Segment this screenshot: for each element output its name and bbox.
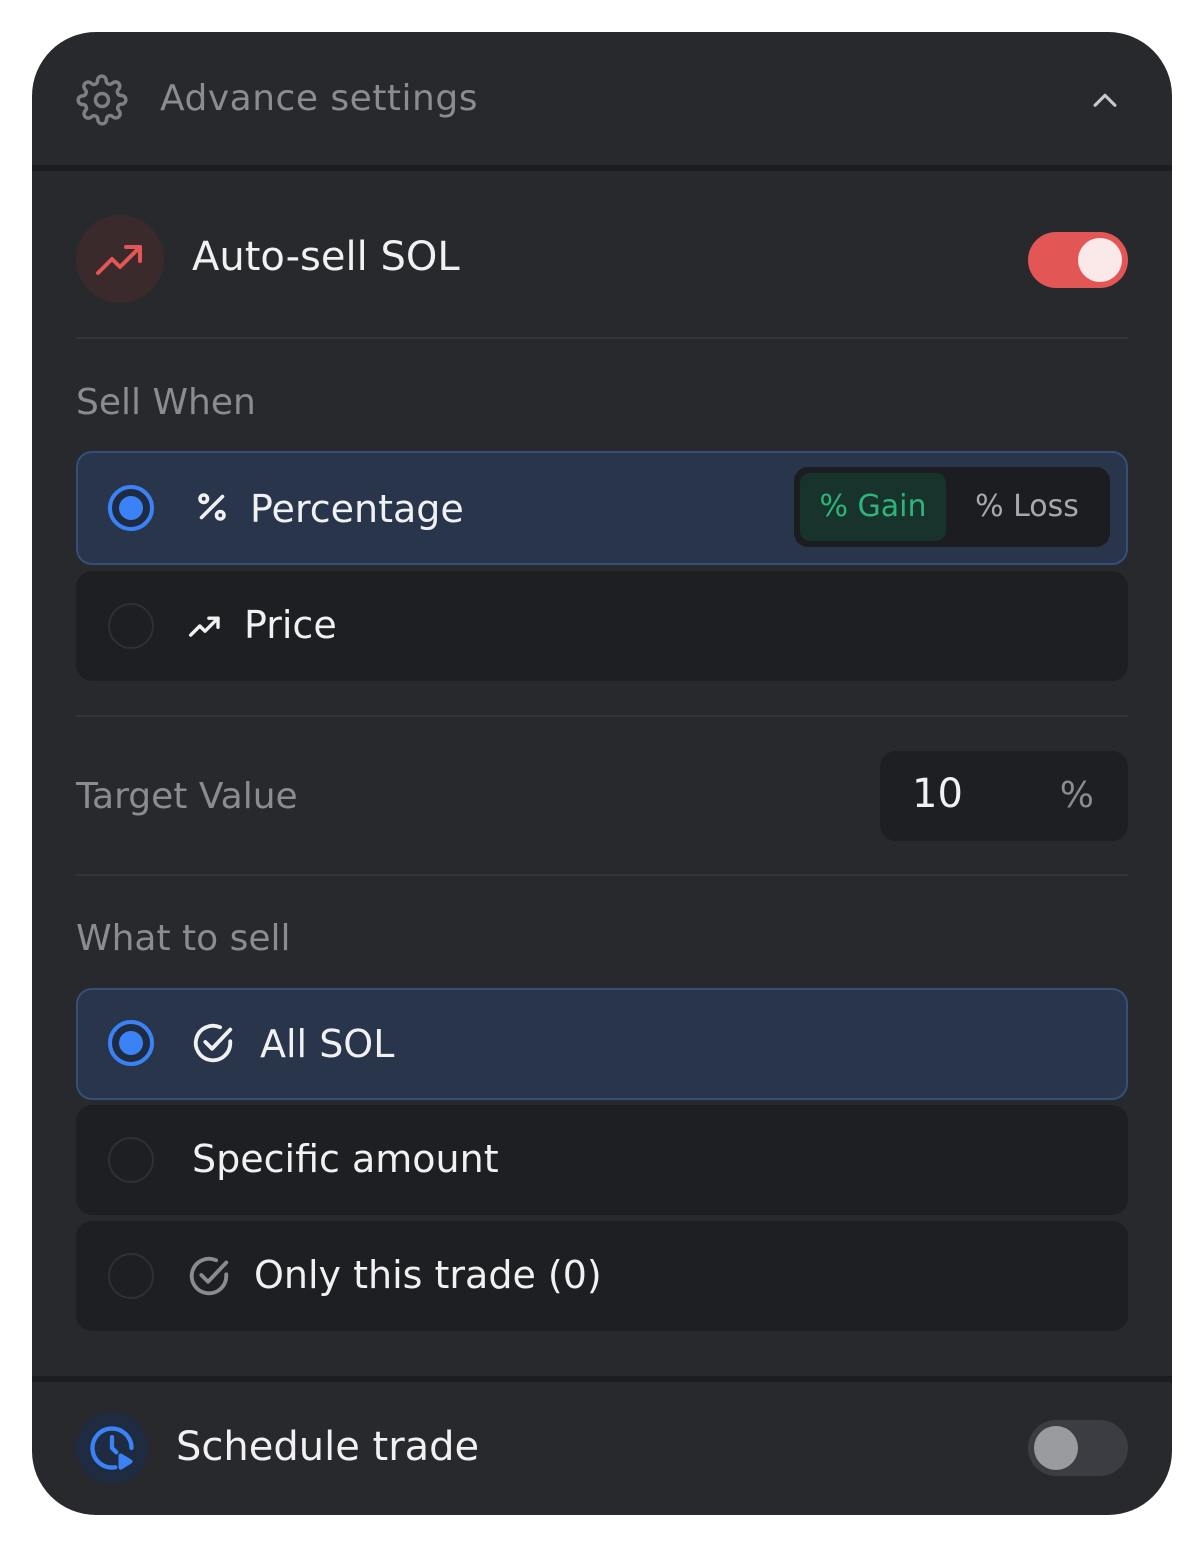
radio-only-this-trade[interactable] [108,1253,154,1299]
clock-play-icon-badge [76,1412,148,1484]
chevron-up-icon[interactable] [1088,84,1122,118]
gain-loss-segmented-control: % Gain % Loss [794,467,1110,547]
what-to-sell-option-all-sol[interactable]: All SOL [76,988,1128,1100]
gear-icon [76,74,128,126]
trending-up-icon [189,616,220,637]
advance-settings-title: Advance settings [160,78,478,119]
sell-when-label: Sell When [76,382,256,423]
toggle-knob [1078,238,1122,282]
section-divider [32,1376,1172,1382]
divider [76,337,1128,339]
percentage-label: Percentage [250,487,464,531]
header-divider [32,165,1172,171]
schedule-trade-title: Schedule trade [176,1424,480,1470]
price-label: Price [244,603,337,647]
trending-up-icon [96,245,142,275]
advance-settings-header[interactable]: Advance settings [32,32,1172,167]
radio-price[interactable] [108,603,154,649]
sell-when-option-percentage[interactable]: Percentage % Gain % Loss [76,451,1128,565]
what-to-sell-label: What to sell [76,918,291,959]
clock-play-icon [90,1426,134,1470]
check-circle-icon [193,1023,233,1063]
what-to-sell-option-specific-amount[interactable]: Specific amount [76,1105,1128,1215]
auto-sell-title: Auto-sell SOL [192,234,460,280]
target-value-label: Target Value [76,776,298,817]
only-this-trade-label: Only this trade (0) [254,1253,602,1297]
trending-up-icon-badge [76,215,164,303]
what-to-sell-option-only-this-trade[interactable]: Only this trade (0) [76,1221,1128,1331]
auto-sell-toggle[interactable] [1028,232,1128,288]
radio-percentage[interactable] [108,485,154,531]
sell-when-option-price[interactable]: Price [76,571,1128,681]
target-unit: % [1059,775,1094,816]
target-value: 10 [912,771,963,817]
gain-tab[interactable]: % Gain [800,473,946,541]
radio-specific-amount[interactable] [108,1137,154,1183]
percent-icon [198,493,226,521]
target-value-input[interactable]: 10 % [880,751,1128,841]
advance-settings-panel: Advance settings Auto-sell SOL Sell When… [32,32,1172,1515]
divider [76,874,1128,876]
divider [76,715,1128,717]
specific-amount-label: Specific amount [192,1137,499,1181]
loss-tab[interactable]: % Loss [950,473,1104,541]
toggle-knob [1034,1426,1078,1470]
check-circle-icon [189,1256,229,1296]
all-sol-label: All SOL [260,1022,395,1066]
radio-all-sol[interactable] [108,1020,154,1066]
schedule-trade-toggle[interactable] [1028,1420,1128,1476]
